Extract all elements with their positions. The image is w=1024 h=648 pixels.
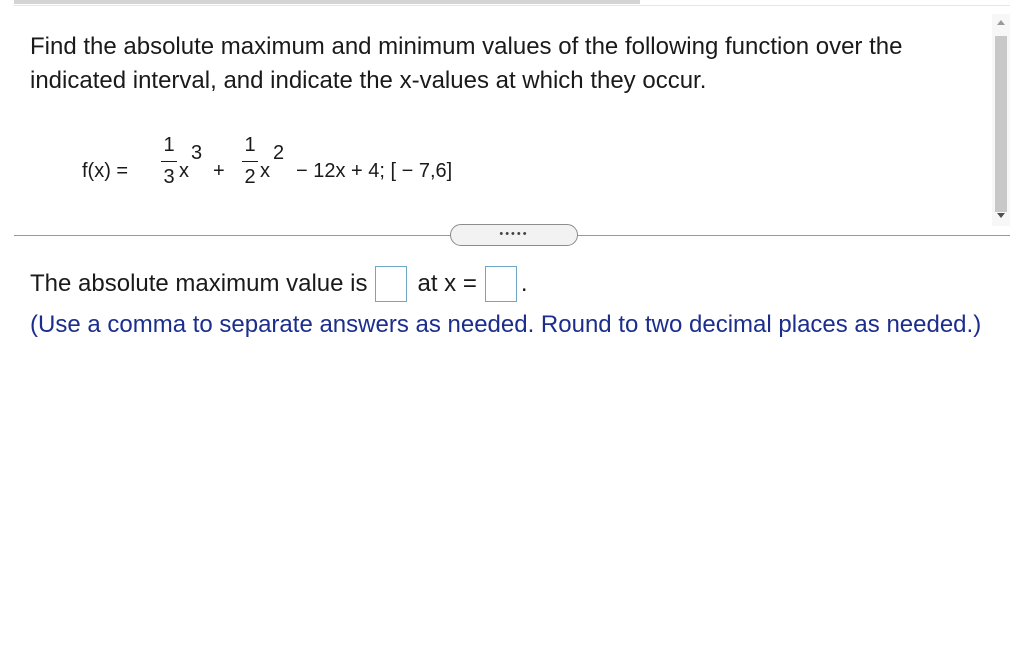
fraction-bar — [161, 161, 177, 162]
formula-x-cubed-base: x — [179, 160, 189, 182]
formula-exponent-3: 3 — [191, 142, 203, 164]
top-progress-bar — [14, 0, 640, 4]
fraction-numerator: 1 — [163, 134, 175, 156]
formula-tail: − 12x + 4; [ − 7,6] — [296, 160, 453, 182]
fraction-denominator: 3 — [163, 166, 175, 188]
answer-hint: (Use a comma to separate answers as need… — [30, 311, 982, 338]
formula-exponent-2: 2 — [273, 142, 285, 164]
scroll-down-arrow-icon[interactable] — [997, 213, 1005, 218]
answer-line: The absolute maximum value is at x =. — [30, 266, 528, 302]
formula-lhs: f(x) = — [82, 160, 129, 182]
expand-toggle-button[interactable]: ••••• — [450, 224, 578, 246]
x-value-input[interactable] — [484, 266, 517, 302]
fraction-denominator: 2 — [244, 166, 256, 188]
answer-suffix: . — [520, 270, 528, 297]
question-text: Find the absolute maximum and minimum va… — [30, 33, 903, 94]
fraction-one-third: 1 3 — [161, 132, 177, 190]
formula-plus: + — [213, 160, 225, 182]
fraction-one-half: 1 2 — [242, 132, 258, 190]
max-value-input[interactable] — [375, 266, 408, 302]
fraction-numerator: 1 — [244, 134, 256, 156]
fraction-bar — [242, 161, 258, 162]
answer-prefix: The absolute maximum value is — [30, 270, 368, 297]
scroll-up-arrow-icon[interactable] — [997, 20, 1005, 25]
formula-x-squared-base: x — [260, 160, 270, 182]
vertical-scrollbar[interactable] — [992, 14, 1010, 226]
scroll-thumb[interactable] — [995, 36, 1007, 212]
answer-mid-label: at x = — [417, 270, 477, 297]
top-divider — [14, 5, 1010, 6]
